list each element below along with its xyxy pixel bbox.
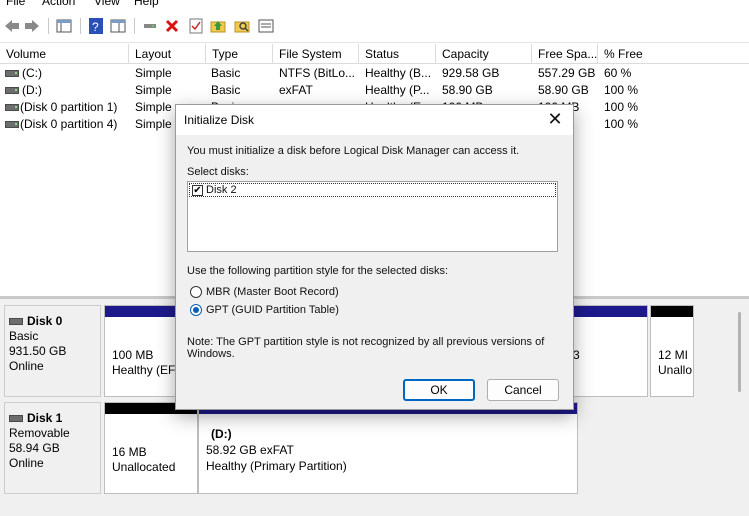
note-text-line-2: Windows. — [187, 348, 235, 360]
menu-action[interactable]: Action — [42, 0, 75, 8]
drive-icon — [5, 70, 19, 77]
disk-1-unallocated[interactable]: 16 MB Unallocated — [104, 402, 198, 494]
disk-0-unallocated[interactable]: 12 MI Unallo — [650, 305, 694, 397]
mbr-radio[interactable] — [190, 286, 202, 298]
column-header-file-system[interactable]: File System — [273, 44, 359, 64]
column-header-type[interactable]: Type — [206, 44, 273, 64]
disk-1-label[interactable]: Disk 1 Removable 58.94 GB Online — [4, 402, 101, 494]
table-row[interactable]: (C:) Simple Basic NTFS (BitLo... Healthy… — [0, 65, 749, 82]
disk-1-partition-d[interactable]: (D:) 58.92 GB exFAT Healthy (Primary Par… — [198, 402, 578, 494]
up-arrow-icon[interactable] — [210, 18, 226, 34]
column-header-capacity[interactable]: Capacity — [436, 44, 532, 64]
column-header-volume[interactable]: Volume — [0, 44, 129, 64]
column-header-percent-free[interactable]: % Free — [598, 44, 749, 64]
column-header-free-space[interactable]: Free Spa... — [532, 44, 598, 64]
disk-checkbox[interactable]: ✔ — [192, 185, 203, 196]
note-text-line-1: Note: The GPT partition style is not rec… — [187, 336, 545, 348]
connect-icon[interactable] — [142, 18, 158, 34]
column-header-layout[interactable]: Layout — [129, 44, 206, 64]
close-icon[interactable]: ✕ — [545, 109, 565, 129]
panel-icon[interactable] — [258, 18, 274, 34]
dialog-title: Initialize Disk — [184, 113, 255, 127]
help-icon[interactable]: ? — [88, 18, 104, 34]
vertical-scrollbar[interactable] — [738, 312, 741, 392]
back-arrow-icon[interactable] — [4, 18, 20, 34]
disk-listbox[interactable]: ✔ Disk 2 — [187, 181, 558, 252]
disk-icon — [9, 415, 23, 423]
menu-file[interactable]: File — [6, 0, 25, 8]
svg-text:?: ? — [92, 20, 99, 34]
check-icon[interactable] — [188, 18, 204, 34]
gpt-radio[interactable] — [190, 304, 202, 316]
menu-view[interactable]: View — [94, 0, 120, 8]
select-disks-label: Select disks: — [187, 166, 249, 178]
forward-arrow-icon[interactable] — [24, 18, 40, 34]
gpt-label[interactable]: GPT (GUID Partition Table) — [206, 304, 339, 316]
column-header-status[interactable]: Status — [359, 44, 436, 64]
partition-style-label: Use the following partition style for th… — [187, 265, 449, 277]
disk-0-partition-efi[interactable]: 100 MB Healthy (EFI — [104, 305, 176, 397]
search-icon[interactable] — [234, 18, 250, 34]
disk-list-item[interactable]: ✔ Disk 2 — [189, 183, 556, 197]
drive-icon — [5, 87, 19, 94]
initialize-disk-dialog: Initialize Disk ✕ You must initialize a … — [175, 104, 574, 410]
menu-bar: File Action View Help — [0, 0, 749, 10]
delete-icon[interactable] — [164, 18, 180, 34]
mbr-label[interactable]: MBR (Master Boot Record) — [206, 286, 339, 298]
menu-help[interactable]: Help — [134, 0, 159, 8]
console-tree-icon[interactable] — [56, 18, 72, 34]
properties-icon[interactable] — [110, 18, 126, 34]
disk-0-label[interactable]: Disk 0 Basic 931.50 GB Online — [4, 305, 101, 397]
drive-icon — [5, 104, 19, 111]
dialog-title-bar[interactable]: Initialize Disk ✕ — [176, 105, 573, 135]
disk-icon — [9, 318, 23, 326]
ok-button[interactable]: OK — [403, 379, 475, 401]
drive-icon — [5, 121, 19, 128]
table-row[interactable]: (D:) Simple Basic exFAT Healthy (P... 58… — [0, 82, 749, 99]
toolbar: ? — [0, 10, 749, 43]
cancel-button[interactable]: Cancel — [487, 379, 559, 401]
dialog-message: You must initialize a disk before Logica… — [187, 145, 520, 157]
